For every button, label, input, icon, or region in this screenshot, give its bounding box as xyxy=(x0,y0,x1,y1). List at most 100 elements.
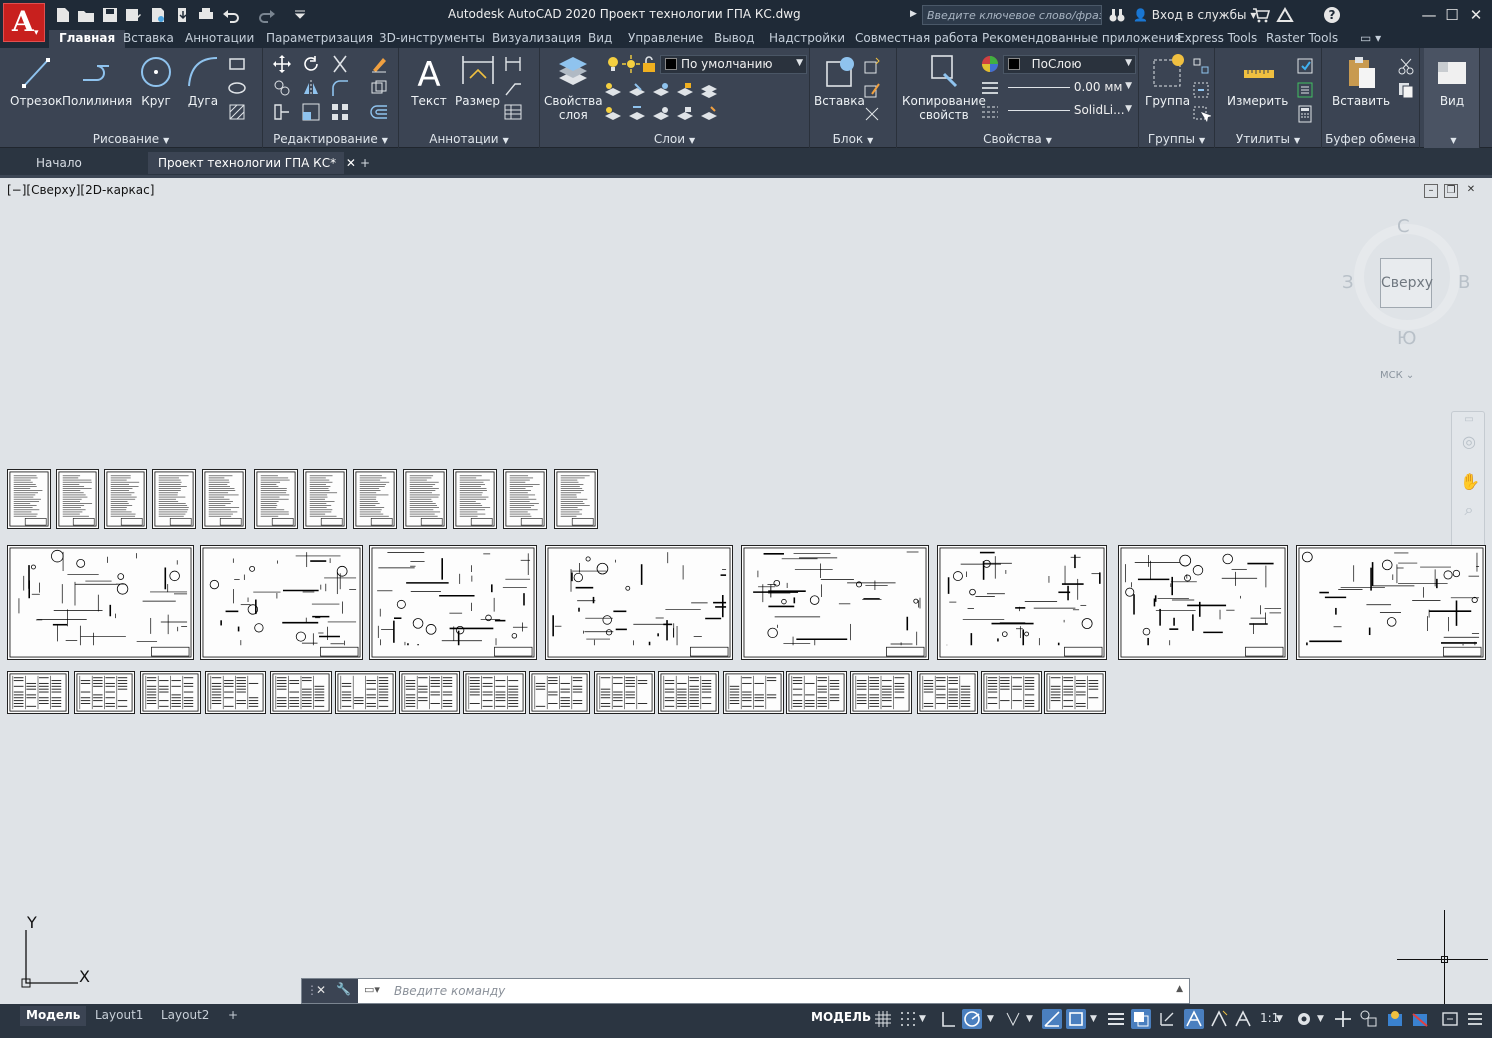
selection-cycling-icon[interactable] xyxy=(1157,1009,1177,1029)
explode-icon[interactable] xyxy=(369,78,389,98)
polyline-button[interactable]: Полилиния xyxy=(62,52,132,108)
polar-tracking-icon[interactable] xyxy=(962,1009,982,1029)
drawing-sheet-17[interactable] xyxy=(741,545,929,660)
drawing-sheet-24[interactable] xyxy=(205,671,266,714)
annotation-scale-icon[interactable] xyxy=(1233,1009,1253,1029)
layer-tool-5-icon[interactable] xyxy=(699,80,719,100)
drawing-sheet-31[interactable] xyxy=(658,671,719,714)
new-file-icon[interactable] xyxy=(54,6,72,24)
drawing-sheet-29[interactable] xyxy=(529,671,590,714)
autodesk-a360-icon[interactable] xyxy=(1276,6,1294,24)
isolate-objects-icon[interactable] xyxy=(1385,1009,1405,1029)
command-input[interactable]: Введите команду xyxy=(394,984,505,998)
viewcube[interactable]: Сверху С Ю З В xyxy=(1342,212,1472,349)
panel-layers-title[interactable]: Слои ▼ xyxy=(540,132,809,146)
lineweight-display-icon[interactable] xyxy=(1106,1009,1126,1029)
lineweight-dropdown[interactable]: 0.00 мм ▼ xyxy=(1003,78,1136,97)
tab-manage[interactable]: Управление xyxy=(628,30,703,48)
minimize-button[interactable]: — xyxy=(1418,4,1440,26)
compass-west[interactable]: З xyxy=(1342,272,1354,293)
drawing-sheet-3[interactable] xyxy=(104,469,147,529)
chevron-down-icon[interactable]: ▼ xyxy=(1090,1014,1102,1034)
viewcube-top-face[interactable]: Сверху xyxy=(1380,258,1433,308)
copy-clip-icon[interactable] xyxy=(1396,80,1416,100)
drawing-sheet-14[interactable] xyxy=(200,545,363,660)
layer-tool-3-icon[interactable] xyxy=(651,80,671,100)
panel-modify-title[interactable]: Редактирование ▼ xyxy=(263,132,398,146)
text-button[interactable]: A Текст xyxy=(411,52,447,108)
open-web-icon[interactable] xyxy=(149,6,167,24)
tab-layout1[interactable]: Layout1 xyxy=(89,1006,149,1026)
panel-block-title[interactable]: Блок ▼ xyxy=(810,132,896,146)
tab-featured-apps[interactable]: Рекомендованные приложения xyxy=(982,30,1181,48)
zoom-icon[interactable]: ⌕ xyxy=(1460,500,1478,519)
tab-collaborate[interactable]: Совместная работа xyxy=(855,30,978,48)
navbar-close-icon[interactable]: ▭ xyxy=(1460,414,1478,432)
drawing-sheet-16[interactable] xyxy=(545,545,733,660)
save-as-icon[interactable] xyxy=(124,6,142,24)
tab-model[interactable]: Модель xyxy=(20,1006,87,1026)
drawing-sheet-9[interactable] xyxy=(403,469,447,529)
close-button[interactable]: ✕ xyxy=(1465,4,1487,26)
hardware-acceleration-icon[interactable] xyxy=(1410,1009,1430,1029)
search-expand-icon[interactable]: ▶ xyxy=(910,9,917,19)
undo-icon[interactable] xyxy=(222,6,240,24)
drawing-sheet-35[interactable] xyxy=(917,671,978,714)
compass-south[interactable]: Ю xyxy=(1397,328,1416,349)
object-snap-tracking-icon[interactable] xyxy=(1042,1009,1062,1029)
signin-button[interactable]: 👤 Вход в службы ▾ xyxy=(1133,8,1256,22)
panel-draw-title[interactable]: Рисование ▼ xyxy=(0,132,262,146)
mirror-icon[interactable] xyxy=(301,78,321,98)
drawing-sheet-37[interactable] xyxy=(1044,671,1106,714)
group-select-icon[interactable] xyxy=(1191,104,1212,124)
maximize-button[interactable]: ☐ xyxy=(1441,4,1463,26)
dimension-button[interactable]: Размер xyxy=(455,52,500,108)
drawing-sheet-10[interactable] xyxy=(453,469,497,529)
object-snap-icon[interactable] xyxy=(1066,1009,1086,1029)
drawing-sheet-34[interactable] xyxy=(850,671,912,714)
rectangle-icon[interactable] xyxy=(227,54,247,74)
copy-icon[interactable] xyxy=(272,78,292,98)
tab-output[interactable]: Вывод xyxy=(714,30,754,48)
drawing-sheet-15[interactable] xyxy=(369,545,537,660)
drawing-sheet-7[interactable] xyxy=(303,469,347,529)
drawing-sheet-27[interactable] xyxy=(399,671,460,714)
drawing-canvas[interactable]: [−][Сверху][2D-каркас] – ❐ ✕ Сверху С Ю … xyxy=(4,180,1488,1004)
paste-button[interactable]: Вставить xyxy=(1332,52,1390,108)
tab-start[interactable]: Начало xyxy=(26,152,92,174)
layer-tool-6-icon[interactable] xyxy=(603,104,623,124)
command-history-icon[interactable]: ▭▾ xyxy=(364,983,380,996)
chevron-down-icon[interactable]: ▼ xyxy=(919,1014,931,1034)
binoculars-icon[interactable] xyxy=(1108,6,1126,24)
id-point-icon[interactable] xyxy=(1295,56,1315,76)
drawing-sheet-33[interactable] xyxy=(786,671,847,714)
tab-home[interactable]: Главная xyxy=(49,30,126,48)
workspace-gear-icon[interactable] xyxy=(1294,1009,1314,1029)
drawing-sheet-4[interactable] xyxy=(152,469,196,529)
drawing-sheet-26[interactable] xyxy=(335,671,396,714)
drawing-sheet-32[interactable] xyxy=(723,671,784,714)
leader-icon[interactable] xyxy=(503,78,523,98)
units-icon[interactable] xyxy=(1359,1009,1379,1029)
move-icon[interactable] xyxy=(272,54,292,74)
grid-icon[interactable] xyxy=(873,1009,893,1029)
layer-tool-2-icon[interactable] xyxy=(627,80,647,100)
tab-addins[interactable]: Надстройки xyxy=(769,30,845,48)
panel-clipboard-title[interactable]: Буфер обмена xyxy=(1322,132,1419,146)
redo-icon[interactable] xyxy=(258,6,276,24)
drawing-sheet-25[interactable] xyxy=(270,671,332,714)
model-space-toggle[interactable]: МОДЕЛЬ xyxy=(811,1010,871,1024)
layer-tool-1-icon[interactable] xyxy=(603,80,623,100)
pan-hand-icon[interactable]: ✋ xyxy=(1460,472,1480,491)
chevron-down-icon[interactable]: ▼ xyxy=(1317,1014,1329,1034)
layer-tool-9-icon[interactable] xyxy=(675,104,695,124)
snap-icon[interactable] xyxy=(898,1009,918,1029)
linetype-dropdown[interactable]: SolidLi... ▼ xyxy=(1003,101,1136,120)
group-edit-icon[interactable] xyxy=(1191,80,1211,100)
add-layout-icon[interactable]: + xyxy=(222,1006,244,1026)
compass-east[interactable]: В xyxy=(1458,272,1470,293)
plot-icon[interactable] xyxy=(197,6,215,24)
view-button[interactable]: Вид xyxy=(1434,52,1470,108)
viewport-controls-label[interactable]: [−][Сверху][2D-каркас] xyxy=(7,183,154,197)
customize-toolbar-icon[interactable] xyxy=(291,6,309,24)
